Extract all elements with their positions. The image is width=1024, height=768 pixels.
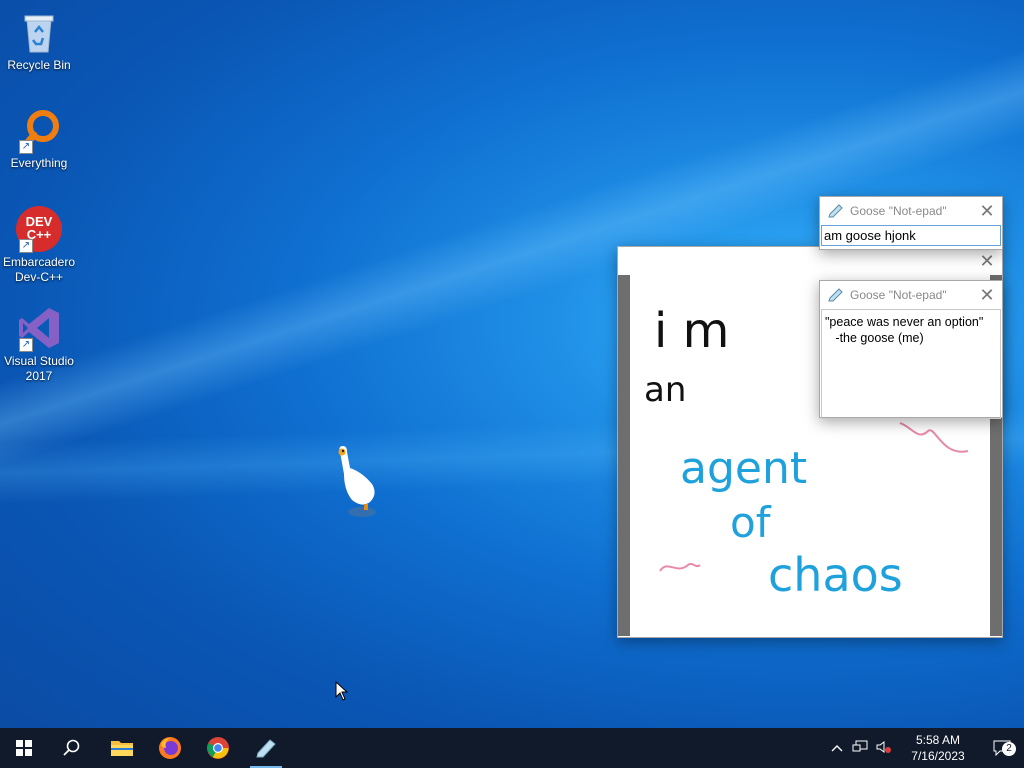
notepad-titlebar: Goose "Not-epad" ✕ [820, 281, 1002, 309]
mouse-cursor-icon [335, 681, 349, 701]
search-button[interactable] [48, 728, 96, 768]
action-center-button[interactable]: 2 [980, 740, 1024, 756]
drawing-left-border [618, 275, 630, 636]
taskbar-desktop-goose[interactable] [242, 728, 290, 768]
close-icon: ✕ [979, 250, 995, 271]
show-hidden-icons-button[interactable] [826, 741, 848, 755]
notepad-icon [828, 288, 843, 302]
network-icon [852, 740, 868, 751]
pink-scribble-top [899, 422, 969, 453]
drawing-titlebar: ✕ [618, 247, 1002, 275]
clock-date: 7/16/2023 [911, 749, 965, 763]
desktop-icon-label: Embarcadero Dev-C++ [2, 255, 76, 284]
network-button[interactable] [848, 740, 872, 757]
volume-button[interactable] [872, 740, 896, 757]
close-icon: ✕ [979, 200, 995, 221]
desktop-goose[interactable] [328, 442, 384, 527]
shortcut-arrow-icon: ↗ [19, 239, 33, 253]
dev-cpp-badge: DEV C++ [25, 214, 53, 242]
desktop-icon-everything[interactable]: ↗ Everything [1, 106, 77, 171]
shortcut-arrow-icon: ↗ [19, 140, 33, 154]
drawn-text-chaos: chaos [768, 548, 903, 602]
taskbar-file-explorer[interactable] [98, 728, 146, 768]
shortcut-arrow-icon: ↗ [19, 338, 33, 352]
folder-icon [111, 741, 133, 756]
taskbar-firefox[interactable] [146, 728, 194, 768]
desktop-icon-dev-cpp[interactable]: DEV C++ ↗ Embarcadero Dev-C++ [1, 205, 77, 285]
chrome-icon [207, 737, 229, 759]
recycle-bin-icon [15, 8, 63, 56]
goose-notepad-window-1[interactable]: Goose "Not-epad" ✕ am goose hjonk [819, 196, 1003, 250]
goose-notepad-window-2[interactable]: Goose "Not-epad" ✕ "peace was never an o… [819, 280, 1003, 419]
pink-scribble-bottom [659, 562, 701, 572]
close-button[interactable]: ✕ [972, 197, 1002, 225]
windows-logo-icon [16, 740, 32, 756]
clock-time: 5:58 AM [915, 733, 961, 747]
search-icon [63, 739, 80, 756]
volume-muted-icon [876, 740, 891, 753]
notification-count-badge: 2 [1002, 742, 1016, 756]
firefox-icon [159, 737, 181, 759]
everything-search-icon: ↗ [15, 106, 63, 154]
taskbar: 5:58 AM 7/16/2023 2 [0, 728, 1024, 768]
desktop-icon-label: Visual Studio 2017 [4, 354, 74, 383]
system-tray: 5:58 AM 7/16/2023 2 [826, 728, 1024, 768]
notepad-text-input[interactable]: am goose hjonk [821, 225, 1001, 246]
close-button[interactable]: ✕ [972, 281, 1002, 309]
desktop-icon-visual-studio[interactable]: ↗ Visual Studio 2017 [1, 304, 77, 384]
desktop-icon-recycle-bin[interactable]: Recycle Bin [1, 8, 77, 73]
notepad-title: Goose "Not-epad" [850, 288, 947, 302]
desktop-icon-label: Recycle Bin [7, 58, 71, 72]
drawn-text-an: an [644, 370, 686, 410]
chevron-up-icon [831, 745, 843, 752]
notepad-memo-text[interactable]: "peace was never an option" -the goose (… [821, 309, 1001, 419]
notepad-icon [828, 204, 843, 218]
close-button[interactable]: ✕ [972, 247, 1002, 275]
drawn-text-of: of [730, 498, 772, 547]
drawn-text-i-m: i m [654, 303, 729, 359]
notepad-titlebar: Goose "Not-epad" ✕ [820, 197, 1002, 225]
taskbar-clock[interactable]: 5:58 AM 7/16/2023 [896, 732, 980, 764]
desktop-icon-label: Everything [10, 156, 68, 170]
start-button[interactable] [0, 728, 48, 768]
notepad-title: Goose "Not-epad" [850, 204, 947, 218]
visual-studio-icon: ↗ [15, 304, 63, 352]
notepad-icon [256, 739, 276, 758]
taskbar-chrome[interactable] [194, 728, 242, 768]
dev-cpp-icon: DEV C++ ↗ [15, 205, 63, 253]
drawn-text-agent: agent [680, 443, 807, 494]
close-icon: ✕ [979, 284, 995, 305]
